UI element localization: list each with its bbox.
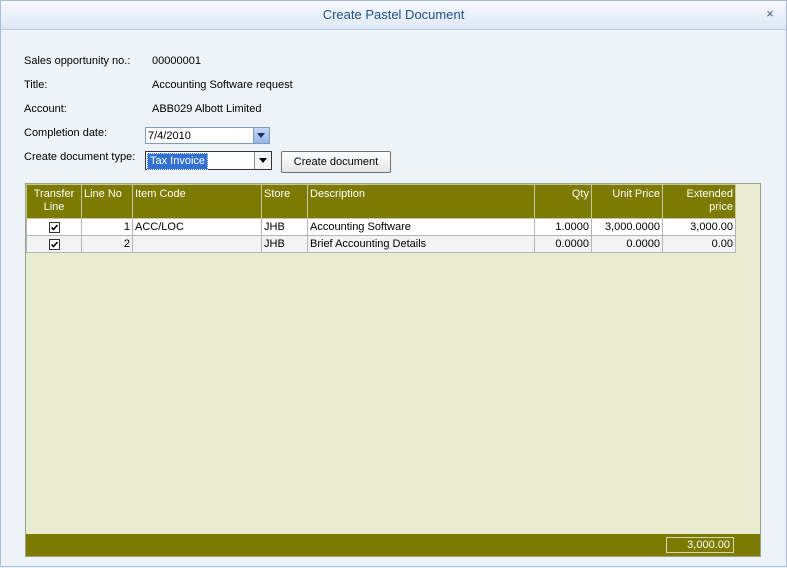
completion-date-label: Completion date: [24, 127, 108, 139]
chevron-down-icon[interactable] [253, 128, 269, 143]
checkmark-icon [50, 241, 58, 248]
col-store[interactable]: Store [261, 184, 308, 219]
table-row[interactable]: 1 ACC/LOC JHB Accounting Software 1.0000… [26, 218, 736, 236]
col-unit-price[interactable]: Unit Price [591, 184, 663, 219]
line-no-cell[interactable]: 2 [81, 235, 133, 253]
unit-price-cell[interactable]: 0.0000 [591, 235, 663, 253]
qty-cell[interactable]: 1.0000 [534, 218, 592, 236]
unit-price-cell[interactable]: 3,000.0000 [591, 218, 663, 236]
table-row[interactable]: 2 JHB Brief Accounting Details 0.0000 0.… [26, 235, 736, 253]
line-no-cell[interactable]: 1 [81, 218, 133, 236]
checkmark-icon [50, 224, 58, 231]
col-extended-price[interactable]: Extended price [662, 184, 736, 219]
item-code-cell[interactable]: ACC/LOC [132, 218, 262, 236]
extended-price-cell[interactable]: 0.00 [662, 235, 736, 253]
lines-grid: Transfer Line Line No Item Code Store De… [25, 183, 761, 557]
account-value: ABB029 Albott Limited [152, 103, 262, 115]
store-cell[interactable]: JHB [261, 218, 308, 236]
total-extended-price: 3,000.00 [666, 537, 734, 553]
description-cell[interactable]: Accounting Software [307, 218, 535, 236]
close-icon[interactable]: × [762, 6, 778, 22]
doc-type-label: Create document type: [24, 151, 136, 163]
col-transfer-line[interactable]: Transfer Line [26, 184, 82, 219]
title-value: Accounting Software request [152, 79, 293, 91]
completion-date-picker[interactable]: 7/4/2010 [145, 127, 270, 144]
table-header-row: Transfer Line Line No Item Code Store De… [26, 184, 736, 219]
transfer-checkbox[interactable] [48, 238, 60, 250]
grid-footer: 3,000.00 [26, 534, 760, 556]
transfer-cell[interactable] [26, 218, 82, 236]
chevron-down-icon[interactable] [254, 152, 271, 169]
doc-type-select[interactable]: Tax Invoice [145, 151, 272, 170]
store-cell[interactable]: JHB [261, 235, 308, 253]
description-cell[interactable]: Brief Accounting Details [307, 235, 535, 253]
extended-price-cell[interactable]: 3,000.00 [662, 218, 736, 236]
col-description[interactable]: Description [307, 184, 535, 219]
col-line-no[interactable]: Line No [81, 184, 133, 219]
create-document-button[interactable]: Create document [281, 151, 391, 173]
window-title: Create Pastel Document [322, 7, 465, 22]
transfer-cell[interactable] [26, 235, 82, 253]
lines-table: Transfer Line Line No Item Code Store De… [26, 184, 736, 253]
completion-date-value: 7/4/2010 [148, 130, 191, 142]
item-code-cell[interactable] [132, 235, 262, 253]
title-bar: Create Pastel Document × [0, 0, 787, 30]
opportunity-value: 00000001 [152, 55, 201, 67]
transfer-checkbox[interactable] [48, 221, 60, 233]
qty-cell[interactable]: 0.0000 [534, 235, 592, 253]
title-label: Title: [24, 79, 48, 91]
col-item-code[interactable]: Item Code [132, 184, 262, 219]
doc-type-value: Tax Invoice [147, 153, 209, 170]
opportunity-label: Sales opportunity no.: [24, 55, 131, 67]
account-label: Account: [24, 103, 67, 115]
col-qty[interactable]: Qty [534, 184, 592, 219]
